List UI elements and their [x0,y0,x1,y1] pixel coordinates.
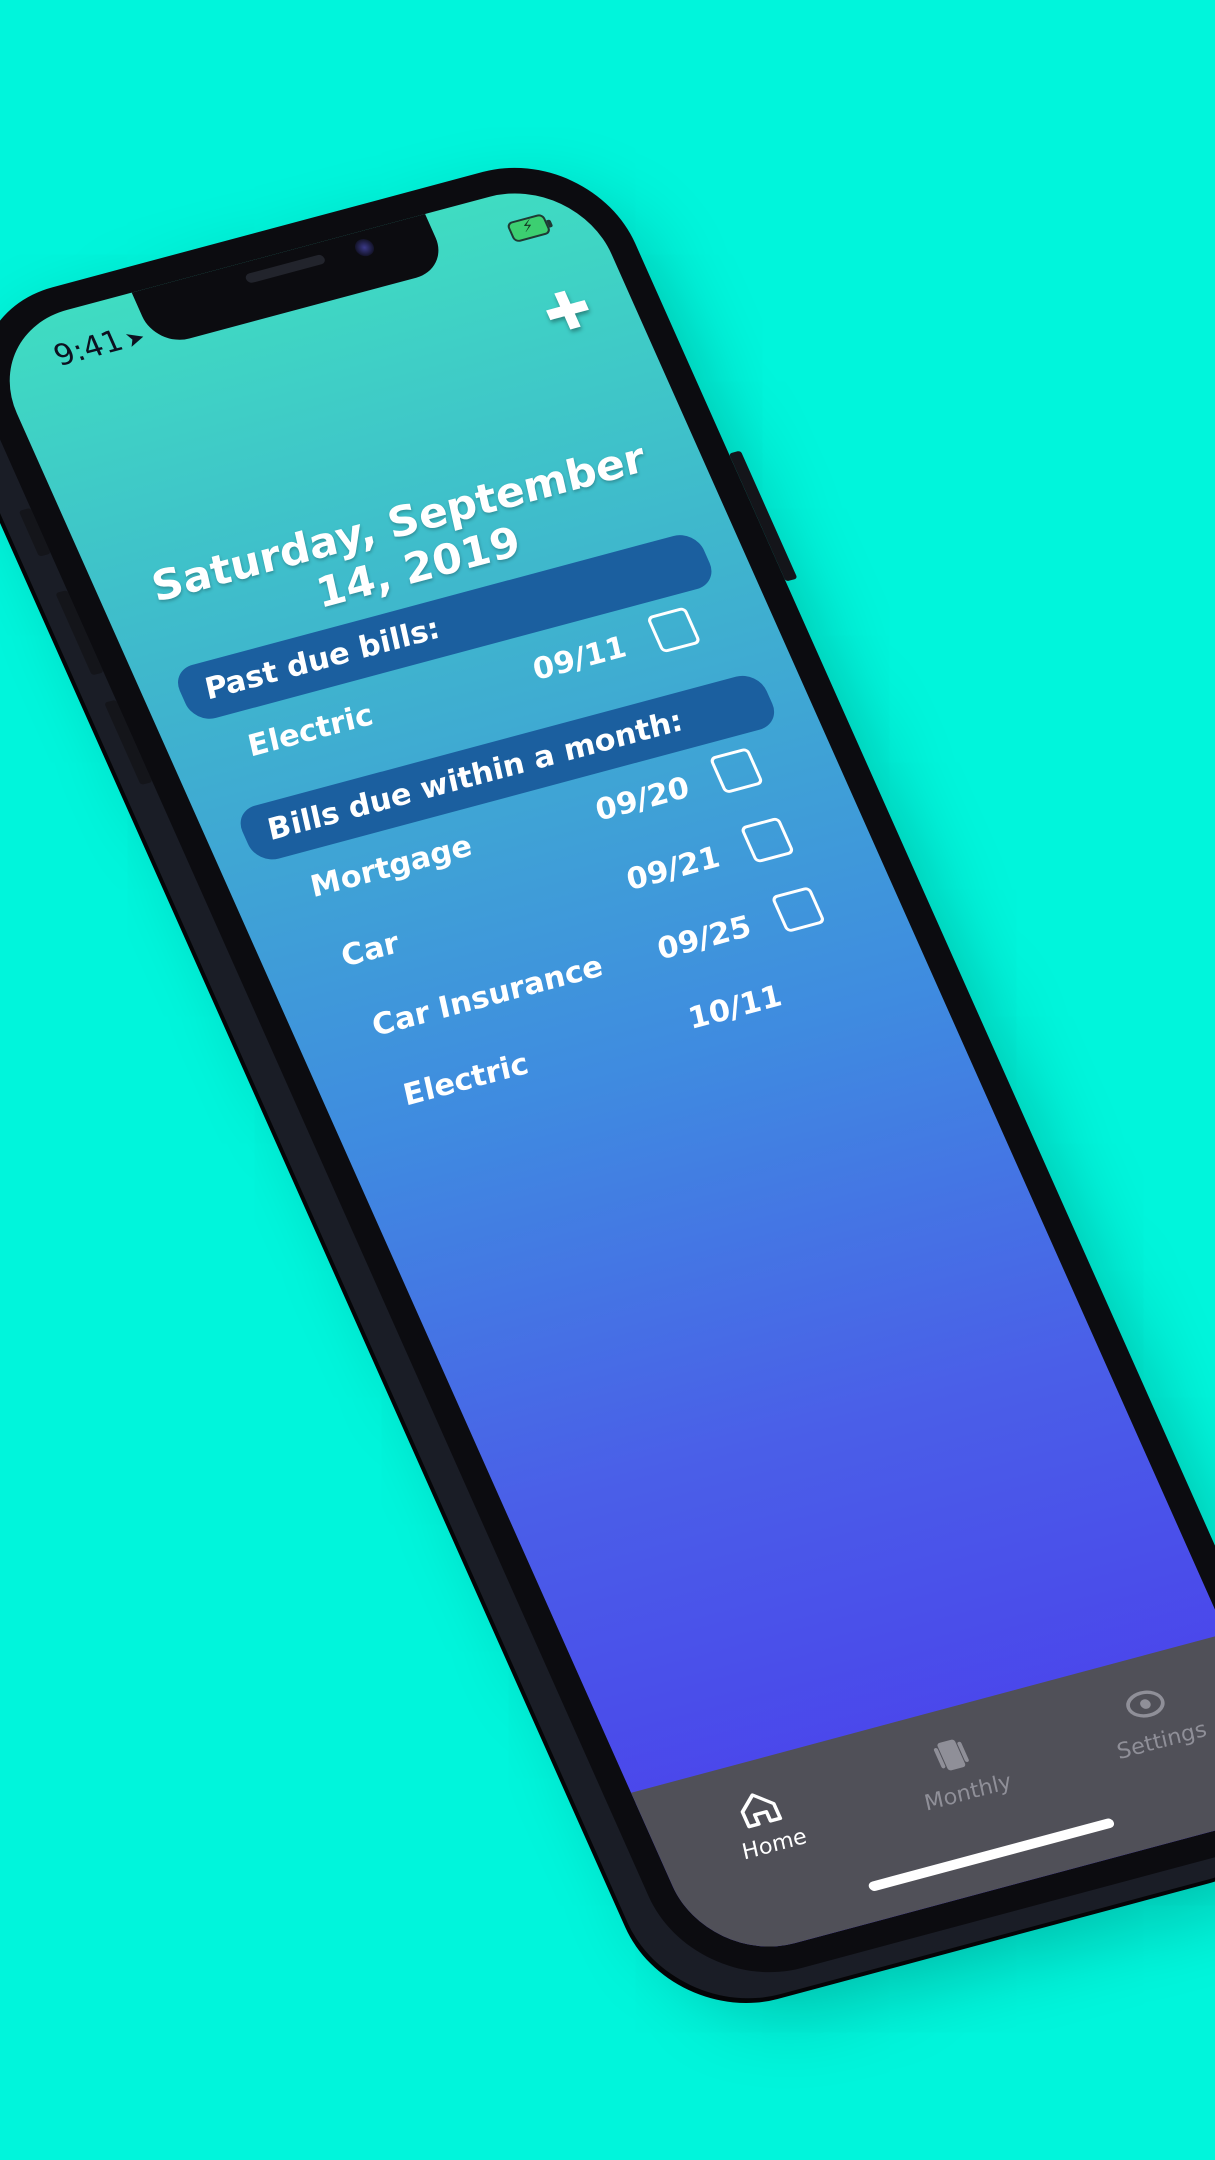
notch [130,212,450,348]
bill-due-date: 09/11 [526,630,634,688]
front-camera [352,237,377,259]
tab-bar: Home Monthly Settings [631,1633,1215,1967]
app-screen: 9:41➤ ⚡ ✚ Saturday, September 14, 2019 P… [0,173,1215,1967]
bill-paid-checkbox[interactable] [646,606,702,654]
cards-icon [933,1739,969,1771]
phone-frame: 9:41➤ ⚡ ✚ Saturday, September 14, 2019 P… [0,143,1215,1997]
speaker-grille [244,253,327,284]
home-icon [740,1793,783,1829]
tab-settings[interactable]: Settings [1068,1666,1215,1771]
volume-down-button [104,699,153,786]
add-bill-button[interactable]: ✚ [533,276,603,345]
mute-switch [18,507,51,557]
bill-due-date: 09/21 [620,840,727,898]
volume-up-button [55,590,104,676]
bill-name: Electric [241,698,380,764]
status-time-text: 9:41 [48,323,129,374]
eye-icon [1126,1690,1165,1718]
mockup-stage: 9:41➤ ⚡ ✚ Saturday, September 14, 2019 P… [0,0,1215,2160]
home-indicator[interactable] [867,1817,1116,1893]
bill-paid-checkbox[interactable] [739,816,796,864]
bill-name: Electric [397,1047,535,1113]
battery-charging-icon: ⚡ [505,213,552,244]
tab-home[interactable]: Home [681,1769,848,1874]
bill-due-date: 10/11 [682,979,789,1036]
bill-due-date: 09/25 [651,909,758,967]
bill-paid-checkbox[interactable] [770,886,826,934]
bill-due-date: 09/20 [589,770,697,828]
status-time: 9:41➤ [48,318,150,374]
tab-monthly[interactable]: Monthly [874,1717,1041,1822]
bill-paid-checkbox[interactable] [708,747,765,795]
bill-name: Car [335,926,406,974]
plus-icon: ✚ [533,276,603,346]
